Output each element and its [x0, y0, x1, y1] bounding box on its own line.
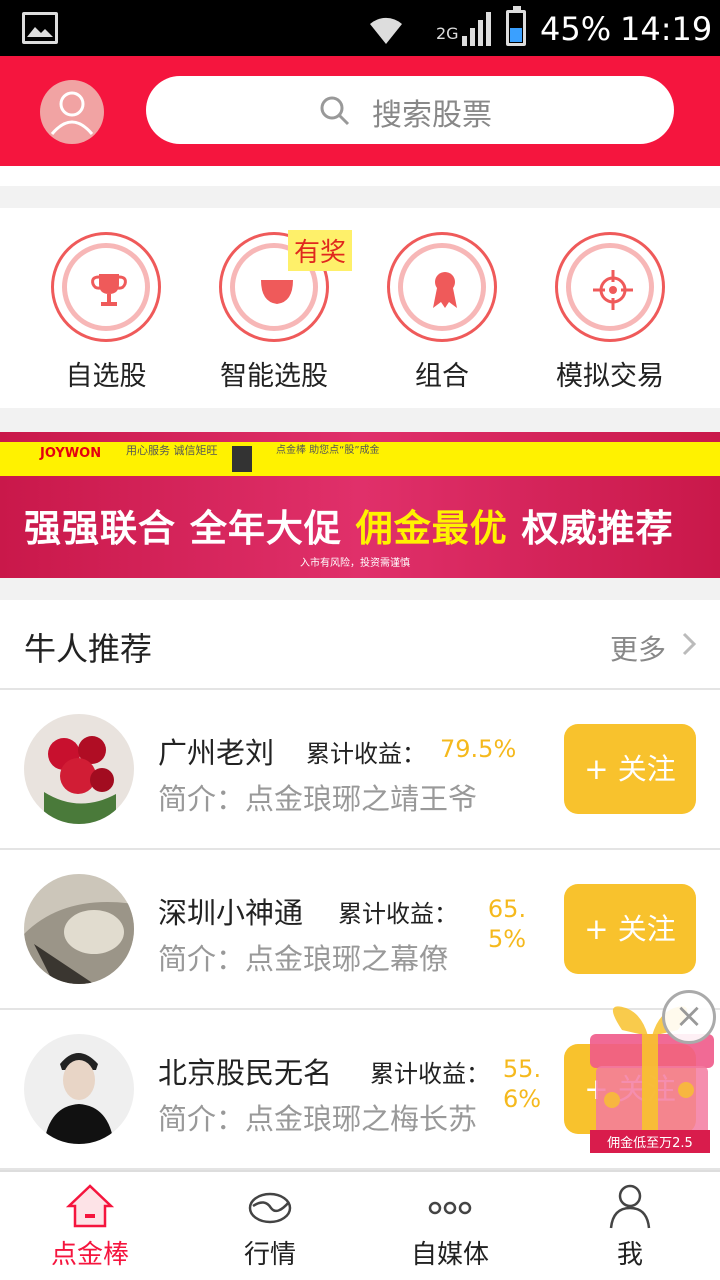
chevron-right-icon[interactable] — [680, 630, 698, 658]
more-link[interactable]: 更多 — [610, 628, 666, 668]
more-dots-icon — [428, 1201, 472, 1215]
banner-risk-note: 入市有风险，投资需谨慎 — [300, 558, 410, 569]
banner-headline-part: 强强联合 — [24, 507, 176, 550]
close-icon[interactable]: × — [662, 990, 716, 1044]
gain-label: 累计收益： — [370, 1060, 490, 1088]
tab-label: 我 — [616, 1240, 643, 1270]
user-name: 广州老刘 — [158, 736, 275, 770]
reward-badge: 有奖 — [288, 230, 353, 271]
gain-value: 55.6% — [502, 1055, 542, 1113]
promo-banner[interactable]: JOYWON 用心服务 诚信矩旺 点金棒 助您点“股”成金 强强联合 全年大促 … — [0, 432, 720, 578]
quick-nav-label: 组合 — [415, 361, 469, 392]
avatar[interactable] — [24, 874, 134, 984]
gain-label: 累计收益： — [338, 900, 458, 928]
user-avatar-button[interactable] — [40, 80, 104, 144]
ribbon-medal-icon-ring — [387, 232, 497, 342]
divider — [0, 166, 720, 186]
quick-nav-label: 模拟交易 — [556, 361, 664, 392]
banner-brand-slogan: 用心服务 诚信矩旺 — [126, 444, 218, 457]
section-title: 牛人推荐 — [24, 630, 153, 668]
tab-label: 自媒体 — [410, 1240, 489, 1270]
gain-value: 79.5% — [440, 735, 517, 763]
person-icon — [50, 91, 94, 135]
person-icon — [609, 1184, 651, 1229]
bowl-icon — [261, 280, 293, 304]
trophy-icon-ring — [51, 232, 161, 342]
banner-headline-part: 权威推荐 — [521, 507, 674, 550]
signal-icon — [462, 12, 491, 46]
quick-nav-watchlist[interactable]: 自选股 — [26, 232, 186, 393]
quick-nav-simulated-trading[interactable]: 模拟交易 — [530, 232, 690, 393]
target-icon-ring — [555, 232, 665, 342]
gain-label: 累计收益： — [306, 740, 426, 768]
user-intro: 简介：点金琅琊之靖王爷 — [158, 782, 478, 816]
target-icon — [593, 270, 633, 310]
search-icon — [320, 96, 350, 126]
trophy-icon — [91, 274, 127, 306]
quick-nav-portfolio[interactable]: 组合 — [362, 232, 522, 393]
wifi-icon — [370, 17, 402, 44]
banner-partner-slogan: 点金棒 助您点“股”成金 — [276, 445, 380, 456]
follow-button[interactable]: + 关注 — [564, 724, 696, 814]
quick-nav-label: 自选股 — [65, 361, 147, 392]
gift-promo-text: 佣金低至万2.5 — [590, 1130, 710, 1153]
gallery-icon — [22, 12, 58, 44]
network-type: 2G — [436, 24, 459, 43]
ribbon-medal-icon — [433, 272, 457, 308]
follow-button[interactable]: + 关注 — [564, 884, 696, 974]
tab-label: 行情 — [243, 1240, 296, 1270]
list-item[interactable]: 深圳小神通 累计收益： 65.5% 简介：点金琅琊之幕僚 + 关注 — [0, 850, 720, 1010]
clock: 14:19 — [620, 10, 713, 48]
bottom-nav: 点金棒 行情 自媒体 我 — [0, 1170, 720, 1280]
list-item[interactable]: 广州老刘 累计收益： 79.5% 简介：点金琅琊之靖王爷 + 关注 — [0, 690, 720, 850]
status-bar: 2G 45% 14:19 — [0, 0, 720, 56]
partner-logo-icon — [232, 446, 252, 472]
tab-media[interactable]: 自媒体 — [380, 1180, 520, 1271]
user-intro: 简介：点金琅琊之幕僚 — [158, 942, 449, 976]
search-input[interactable]: 搜索股票 — [146, 76, 674, 144]
banner-top-strip: JOYWON 用心服务 诚信矩旺 点金棒 助您点“股”成金 — [0, 442, 720, 476]
search-placeholder: 搜索股票 — [372, 98, 492, 133]
tab-market[interactable]: 行情 — [200, 1180, 340, 1271]
tab-label: 点金棒 — [50, 1240, 129, 1270]
banner-brand-logo: JOYWON — [40, 446, 102, 461]
battery-percent: 45% — [540, 10, 612, 48]
tab-home[interactable]: 点金棒 — [20, 1180, 160, 1271]
tab-me[interactable]: 我 — [560, 1180, 700, 1271]
quick-nav: 自选股 有奖 智能选股 组合 模拟交易 — [0, 208, 720, 408]
recommend-header: 牛人推荐 更多 — [0, 600, 720, 690]
avatar[interactable] — [24, 714, 134, 824]
avatar[interactable] — [24, 1034, 134, 1144]
user-intro: 简介：点金琅琊之梅长苏 — [158, 1102, 478, 1136]
home-icon — [65, 1184, 115, 1228]
user-name: 北京股民无名 — [158, 1056, 333, 1090]
banner-headline-part: 全年大促 — [189, 507, 342, 550]
banner-headline: 强强联合 全年大促 佣金最优 权威推荐 — [24, 498, 674, 552]
quick-nav-smart-pick[interactable]: 有奖 智能选股 — [194, 230, 354, 393]
gain-value: 65.5% — [487, 895, 527, 953]
app-header: 搜索股票 — [0, 56, 720, 166]
user-name: 深圳小神通 — [158, 896, 304, 930]
quick-nav-label: 智能选股 — [220, 361, 328, 392]
market-icon — [248, 1192, 292, 1224]
battery-icon — [506, 6, 526, 46]
banner-headline-highlight: 佣金最优 — [355, 507, 508, 550]
